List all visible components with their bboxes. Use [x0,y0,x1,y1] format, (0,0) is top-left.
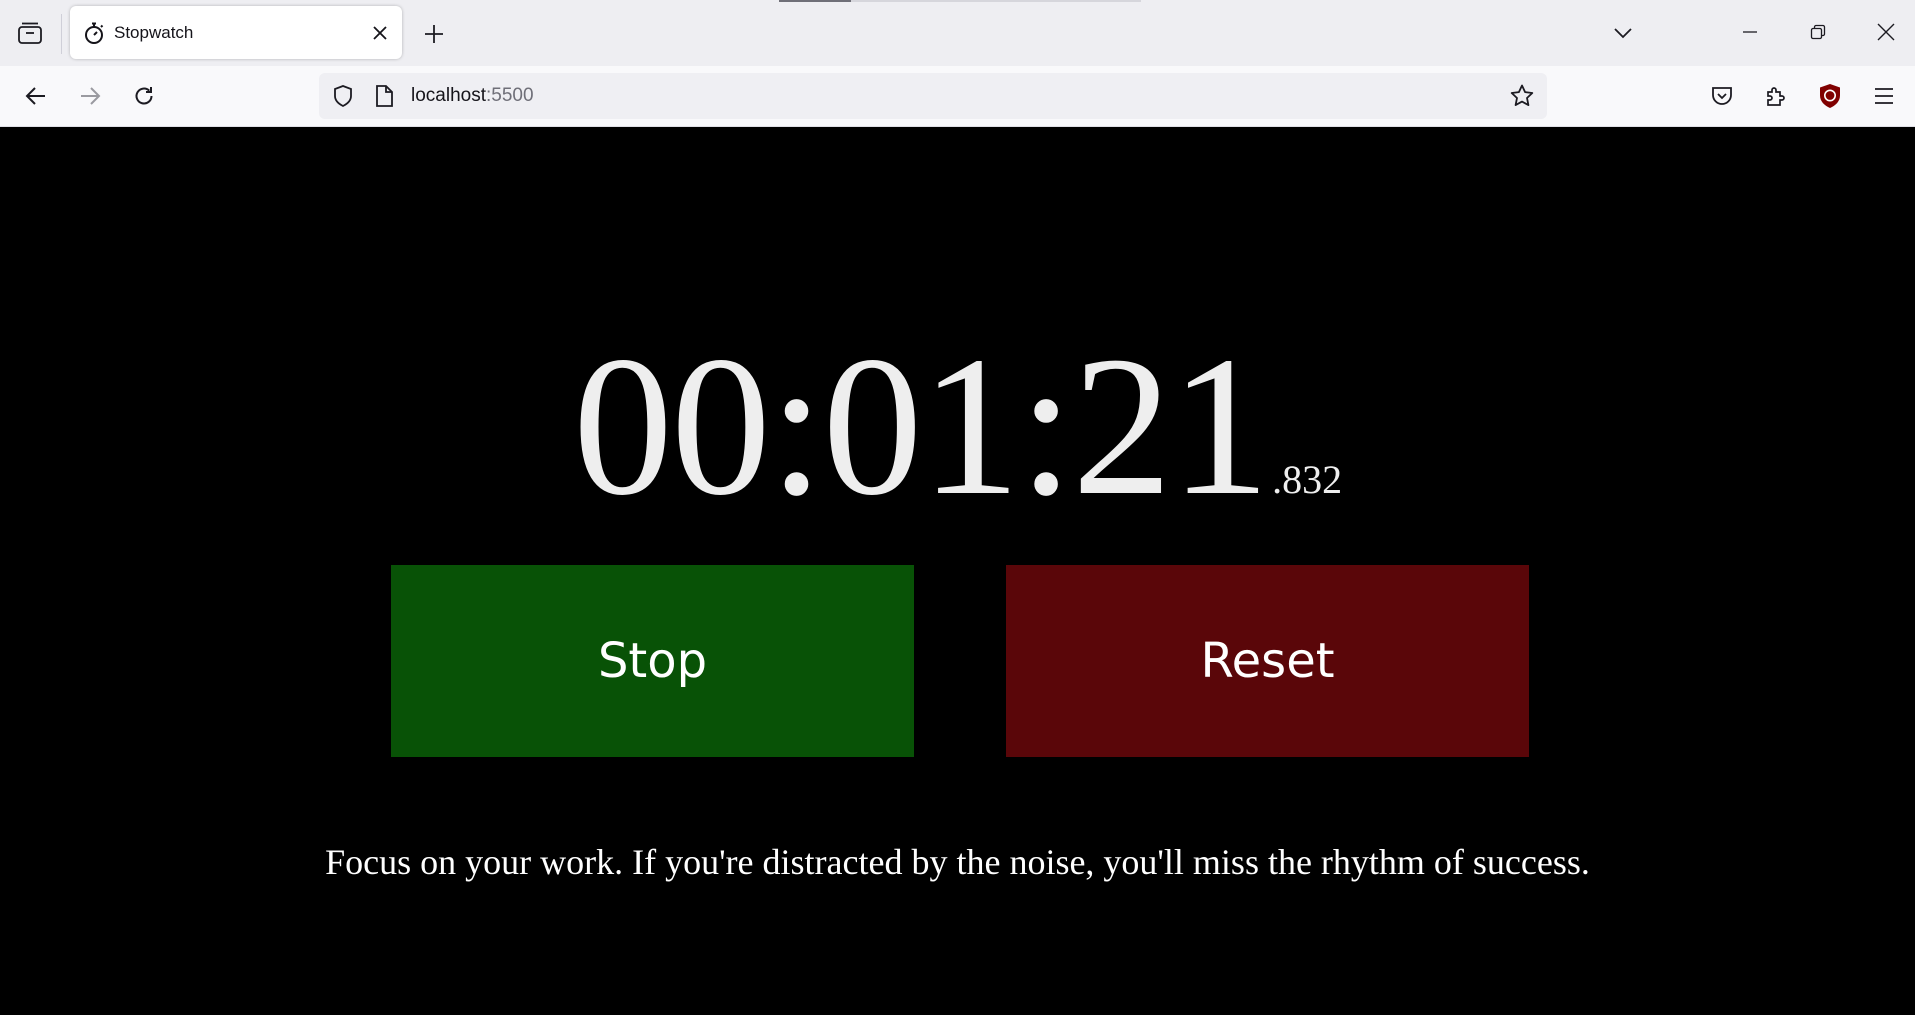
back-button[interactable] [18,78,54,114]
forward-button[interactable] [72,78,108,114]
firefox-view-button[interactable] [12,17,48,49]
tab-title: Stopwatch [114,23,194,42]
bookmark-star-button[interactable] [1509,83,1535,109]
app-menu-button[interactable] [1866,78,1902,114]
plus-icon [425,25,443,43]
url-host: localhost [411,85,486,106]
tab-close-button[interactable] [366,19,394,47]
tab-bar: Stopwatch [0,0,1915,66]
minimize-icon [1743,31,1757,33]
hamburger-menu-icon [1875,88,1893,104]
navigation-toolbar: localhost:5500 [0,66,1915,127]
stopwatch-icon [82,21,106,45]
reload-button[interactable] [126,78,162,114]
ublock-origin-button[interactable] [1812,78,1848,114]
elapsed-time-display: 00:01:21.832 [0,327,1915,527]
back-arrow-icon [25,87,45,105]
window-close-icon [1877,23,1895,41]
pocket-icon [1712,87,1732,105]
tab-strip-scroll-indicator [779,0,1141,2]
tab-separator [61,14,62,54]
star-icon [1510,84,1534,106]
page-icon[interactable] [371,83,397,109]
stop-button[interactable]: Stop [391,565,914,757]
url-text[interactable]: localhost:5500 [411,73,534,119]
pocket-button[interactable] [1704,78,1740,114]
reload-icon [135,87,153,105]
url-port: :5500 [486,85,534,106]
window-minimize-button[interactable] [1730,14,1770,50]
time-milliseconds: .832 [1272,457,1343,502]
chevron-down-icon [1614,28,1632,39]
motivational-quote: Focus on your work. If you're distracted… [325,842,1590,882]
address-bar[interactable]: localhost:5500 [319,73,1547,119]
extensions-button[interactable] [1758,78,1794,114]
new-tab-button[interactable] [416,17,452,51]
time-main: 00:01:21 [572,316,1270,537]
shield-icon[interactable] [330,83,356,109]
ublock-icon [1820,84,1840,108]
list-all-tabs-button[interactable] [1606,16,1640,50]
reset-button[interactable]: Reset [1006,565,1529,757]
window-close-button[interactable] [1866,14,1906,50]
stopwatch-page: 00:01:21.832 Stop Reset Focus on your wo… [0,127,1915,1015]
puzzle-icon [1767,87,1785,106]
tab-stopwatch[interactable]: Stopwatch [70,6,402,59]
restore-icon [1810,24,1826,40]
close-icon [373,26,387,40]
forward-arrow-icon [81,87,101,105]
tab-list-icon [18,22,42,44]
window-restore-button[interactable] [1798,14,1838,50]
